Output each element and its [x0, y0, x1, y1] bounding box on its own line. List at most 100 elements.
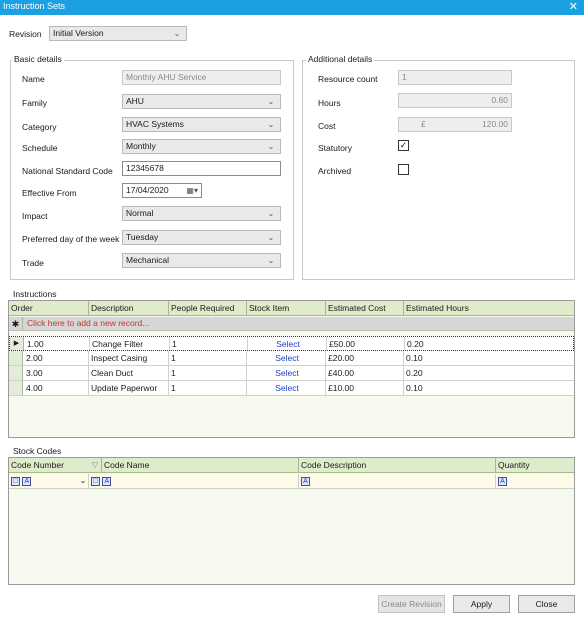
apply-button[interactable]: Apply: [453, 595, 510, 613]
resource-count-field: 1: [398, 70, 512, 85]
cell-hours[interactable]: 0.20: [404, 366, 574, 380]
chevron-down-icon: ⌄: [173, 29, 181, 38]
col-code-description[interactable]: Code Description: [299, 458, 496, 472]
col-estimated-hours[interactable]: Estimated Hours: [404, 301, 574, 315]
statutory-checkbox[interactable]: ✓: [398, 140, 409, 151]
name-field[interactable]: Monthly AHU Service: [122, 70, 281, 85]
cell-description[interactable]: Change Filter: [90, 337, 170, 350]
stock-codes-header: Code Number ▽ Code Name Code Description…: [9, 458, 574, 473]
table-row[interactable]: 2.00 Inspect Casing 1 Select £20.00 0.10: [9, 351, 574, 366]
create-revision-button[interactable]: Create Revision: [378, 595, 445, 613]
close-icon[interactable]: ✕: [569, 0, 578, 13]
select-stock-link[interactable]: Select: [247, 366, 326, 380]
calendar-icon[interactable]: ▦▾: [186, 184, 198, 197]
chevron-down-icon[interactable]: ⌄: [75, 474, 89, 488]
family-dropdown[interactable]: AHU ⌄: [122, 94, 281, 109]
cell-people[interactable]: 1: [169, 366, 247, 380]
statutory-label: Statutory: [318, 143, 353, 153]
row-selector[interactable]: [9, 351, 23, 365]
col-people-required[interactable]: People Required: [169, 301, 247, 315]
add-new-record-text[interactable]: Click here to add a new record...: [27, 318, 149, 328]
cell-cost[interactable]: £10.00: [326, 381, 404, 395]
schedule-dropdown[interactable]: Monthly ⌄: [122, 139, 281, 154]
family-value: AHU: [126, 96, 144, 106]
col-order[interactable]: Order: [9, 301, 89, 315]
cell-hours[interactable]: 0.20: [405, 337, 573, 350]
preferred-day-label: Preferred day of the week: [22, 234, 120, 244]
effective-from-value: 17/04/2020: [126, 185, 169, 195]
chevron-down-icon: ⌄: [267, 142, 275, 151]
chevron-down-icon: ⌄: [267, 209, 275, 218]
impact-label: Impact: [22, 211, 48, 221]
filter-row[interactable]: □ A ⌄ □ A A A: [9, 474, 574, 489]
cell-people[interactable]: 1: [169, 381, 247, 395]
filter-operator-icon[interactable]: □: [91, 477, 100, 487]
filter-text-icon[interactable]: A: [22, 477, 32, 487]
filter-icon[interactable]: ▽: [92, 458, 98, 472]
cell-description[interactable]: Inspect Casing: [89, 351, 169, 365]
title-bar: Instruction Sets ✕: [0, 0, 584, 15]
col-stock-item[interactable]: Stock Item: [247, 301, 326, 315]
cell-order[interactable]: 3.00: [24, 366, 89, 380]
cell-cost[interactable]: £20.00: [326, 351, 404, 365]
col-code-number[interactable]: Code Number ▽: [9, 458, 102, 472]
additional-details-title: Additional details: [306, 54, 375, 64]
cell-people[interactable]: 1: [170, 337, 248, 350]
current-row-arrow-icon: ▶: [10, 337, 24, 350]
chevron-down-icon: ⌄: [267, 256, 275, 265]
cell-order[interactable]: 1.00: [25, 337, 90, 350]
name-label: Name: [22, 74, 45, 84]
impact-dropdown[interactable]: Normal ⌄: [122, 206, 281, 221]
filter-operator-icon[interactable]: □: [11, 477, 20, 487]
cell-people[interactable]: 1: [169, 351, 247, 365]
filter-text-icon[interactable]: A: [301, 477, 310, 487]
instructions-header: Order Description People Required Stock …: [9, 301, 574, 316]
code-name-filter[interactable]: □ A: [89, 474, 299, 488]
col-code-name[interactable]: Code Name: [102, 458, 299, 472]
select-stock-link[interactable]: Select: [247, 351, 326, 365]
cell-cost[interactable]: £50.00: [327, 337, 405, 350]
cell-description[interactable]: Update Paperwor: [89, 381, 169, 395]
add-new-record-row[interactable]: ✱ Click here to add a new record...: [9, 317, 574, 331]
revision-label: Revision: [9, 29, 42, 39]
archived-checkbox[interactable]: [398, 164, 409, 175]
close-button[interactable]: Close: [518, 595, 575, 613]
stock-codes-grid[interactable]: Code Number ▽ Code Name Code Description…: [8, 457, 575, 585]
cell-order[interactable]: 4.00: [24, 381, 89, 395]
trade-dropdown[interactable]: Mechanical ⌄: [122, 253, 281, 268]
preferred-day-dropdown[interactable]: Tuesday ⌄: [122, 230, 281, 245]
hours-label: Hours: [318, 98, 341, 108]
col-estimated-cost[interactable]: Estimated Cost: [326, 301, 404, 315]
cell-hours[interactable]: 0.10: [404, 381, 574, 395]
cell-cost[interactable]: £40.00: [326, 366, 404, 380]
select-stock-link[interactable]: Select: [248, 337, 327, 350]
row-selector[interactable]: [9, 381, 23, 395]
resource-count-label: Resource count: [318, 74, 378, 84]
table-row[interactable]: 4.00 Update Paperwor 1 Select £10.00 0.1…: [9, 381, 574, 396]
archived-label: Archived: [318, 166, 352, 176]
instructions-title: Instructions: [13, 289, 57, 299]
select-stock-link[interactable]: Select: [247, 381, 326, 395]
effective-from-datepicker[interactable]: 17/04/2020 ▦▾: [122, 183, 202, 198]
instructions-grid[interactable]: Order Description People Required Stock …: [8, 300, 575, 438]
col-quantity[interactable]: Quantity: [496, 458, 574, 472]
revision-dropdown[interactable]: Initial Version ⌄: [49, 26, 187, 41]
col-description[interactable]: Description: [89, 301, 169, 315]
cell-hours[interactable]: 0.10: [404, 351, 574, 365]
table-row[interactable]: ▶ 1.00 Change Filter 1 Select £50.00 0.2…: [9, 336, 574, 351]
chevron-down-icon: ⌄: [267, 120, 275, 129]
stock-codes-title: Stock Codes: [13, 446, 62, 456]
quantity-filter[interactable]: A: [496, 474, 574, 488]
code-description-filter[interactable]: A: [299, 474, 496, 488]
category-dropdown[interactable]: HVAC Systems ⌄: [122, 117, 281, 132]
asterisk-icon: ✱: [9, 317, 23, 330]
filter-text-icon[interactable]: A: [102, 477, 112, 487]
filter-text-icon[interactable]: A: [498, 477, 507, 487]
cell-order[interactable]: 2.00: [24, 351, 89, 365]
row-selector[interactable]: [9, 366, 23, 380]
national-standard-code-field[interactable]: 12345678: [122, 161, 281, 176]
table-row[interactable]: 3.00 Clean Duct 1 Select £40.00 0.20: [9, 366, 574, 381]
cell-description[interactable]: Clean Duct: [89, 366, 169, 380]
hours-field: 0.60: [398, 93, 512, 108]
schedule-label: Schedule: [22, 143, 58, 153]
